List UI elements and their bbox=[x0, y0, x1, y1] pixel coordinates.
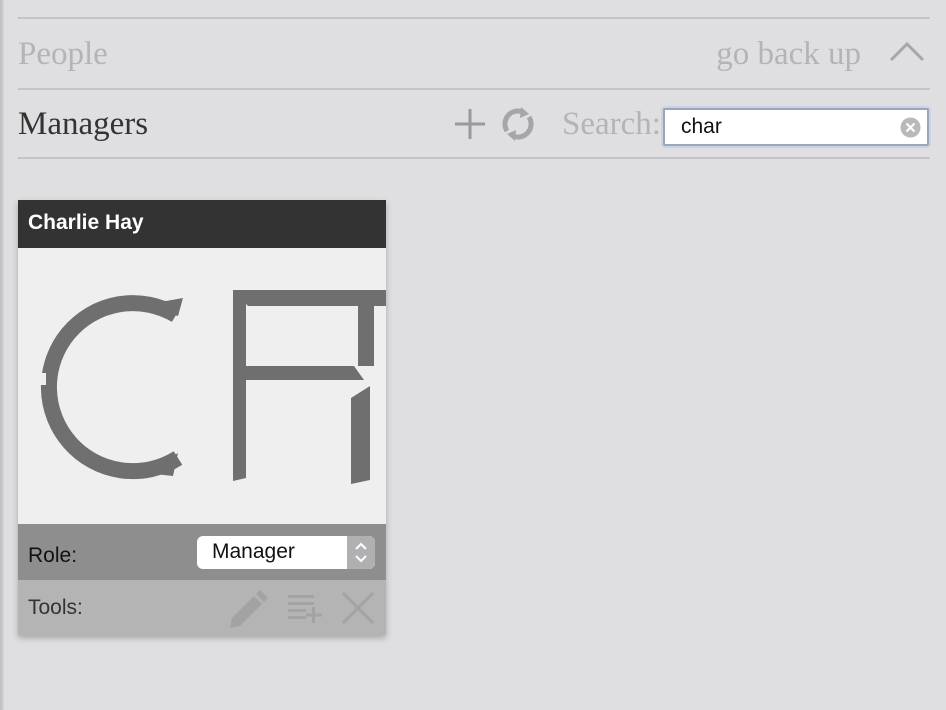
divider bbox=[18, 157, 930, 159]
divider bbox=[18, 88, 930, 90]
tools-label: Tools: bbox=[28, 596, 83, 619]
clear-icon[interactable] bbox=[900, 117, 921, 138]
search-field bbox=[663, 108, 929, 146]
section-title: People bbox=[18, 36, 108, 72]
role-select-value: Manager bbox=[212, 540, 295, 563]
search-input[interactable] bbox=[665, 110, 895, 144]
up-down-arrows-icon bbox=[355, 542, 367, 563]
tools-row: Tools: bbox=[18, 580, 386, 635]
divider bbox=[18, 17, 930, 19]
add-to-list-icon[interactable] bbox=[286, 592, 324, 624]
go-back-up-link[interactable]: go back up bbox=[716, 34, 861, 74]
managers-title: Managers bbox=[18, 106, 149, 142]
chevron-up-icon[interactable] bbox=[888, 36, 926, 66]
refresh-icon[interactable] bbox=[499, 105, 537, 143]
close-icon[interactable] bbox=[340, 590, 376, 626]
role-label: Role: bbox=[28, 544, 78, 567]
select-stepper[interactable] bbox=[347, 536, 375, 569]
plus-icon[interactable] bbox=[452, 106, 488, 142]
window-edge bbox=[0, 0, 4, 710]
search-label: Search: bbox=[562, 106, 661, 142]
avatar bbox=[18, 248, 386, 524]
card-name: Charlie Hay bbox=[18, 200, 386, 248]
initials-logo bbox=[18, 290, 386, 484]
role-select[interactable]: Manager bbox=[197, 536, 375, 569]
role-row: Role: Manager bbox=[18, 524, 386, 580]
pencil-icon[interactable] bbox=[224, 588, 268, 628]
manager-card: Charlie Hay Role: Manager Tools: bbox=[18, 200, 386, 635]
